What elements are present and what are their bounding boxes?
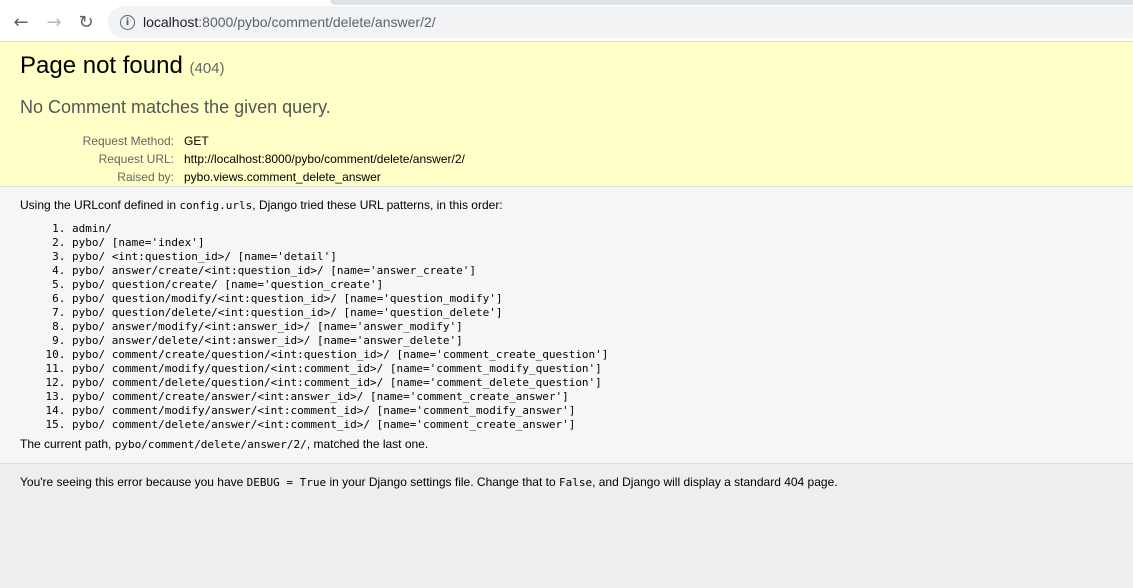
list-item: admin/ [72, 222, 1113, 236]
explanation-prefix: You're seeing this error because you hav… [20, 475, 247, 489]
list-item: pybo/ comment/delete/question/<int:comme… [72, 376, 1113, 390]
address-bar[interactable]: i localhost:8000/pybo/comment/delete/ans… [108, 6, 1133, 38]
list-item: pybo/ comment/modify/answer/<int:comment… [72, 404, 1113, 418]
meta-label: Request URL: [98, 152, 174, 166]
url-text[interactable]: localhost:8000/pybo/comment/delete/answe… [143, 14, 436, 30]
current-suffix: , matched the last one. [306, 437, 429, 451]
list-item: pybo/ comment/delete/answer/<int:comment… [72, 418, 1113, 432]
browser-toolbar: ← → ↻ i localhost:8000/pybo/comment/dele… [0, 0, 1133, 42]
debug-setting: DEBUG = True [246, 476, 327, 489]
meta-row-url: Request URL: http://localhost:8000/pybo/… [20, 150, 465, 168]
status-code: (404) [189, 60, 225, 77]
url-patterns-info: Using the URLconf defined in config.urls… [0, 187, 1133, 464]
forward-arrow-icon[interactable]: → [43, 11, 65, 33]
list-item: pybo/ answer/delete/<int:answer_id>/ [na… [72, 334, 1113, 348]
explanation-suffix: , and Django will display a standard 404… [592, 475, 838, 489]
list-item: pybo/ answer/create/<int:question_id>/ [… [72, 264, 1113, 278]
meta-label: Raised by: [117, 170, 174, 184]
urlconf-name: config.urls [179, 199, 253, 212]
intro-prefix: Using the URLconf defined in [20, 198, 180, 212]
explanation-text: You're seeing this error because you hav… [20, 474, 1113, 491]
debug-explanation: You're seeing this error because you hav… [0, 464, 1133, 501]
request-meta-table: Request Method: GET Request URL: http://… [20, 132, 465, 186]
url-path: :8000/pybo/comment/delete/answer/2/ [198, 14, 436, 30]
list-item: pybo/ comment/modify/question/<int:comme… [72, 362, 1113, 376]
meta-row-raised-by: Raised by: pybo.views.comment_delete_ans… [20, 168, 465, 186]
site-info-icon[interactable]: i [120, 14, 135, 30]
meta-label: Request Method: [82, 134, 174, 148]
page-title: Page not found (404) [20, 52, 1113, 83]
meta-value: pybo.views.comment_delete_answer [184, 170, 381, 184]
list-item: pybo/ question/create/ [name='question_c… [72, 278, 1113, 292]
false-value: False [558, 476, 593, 489]
list-item: pybo/ <int:question_id>/ [name='detail'] [72, 250, 1113, 264]
intro-suffix: , Django tried these URL patterns, in th… [252, 198, 503, 212]
back-arrow-icon[interactable]: ← [10, 11, 32, 33]
current-path: pybo/comment/delete/answer/2/ [114, 438, 307, 451]
url-host: localhost [143, 14, 199, 30]
list-item: pybo/ comment/create/question/<int:quest… [72, 348, 1113, 362]
url-patterns-list: admin/ pybo/ [name='index'] pybo/ <int:q… [20, 222, 1113, 432]
error-summary: Page not found (404) No Comment matches … [0, 42, 1133, 187]
current-prefix: The current path, [20, 437, 115, 451]
exception-message: No Comment matches the given query. [20, 97, 331, 117]
current-path-note: The current path, pybo/comment/delete/an… [20, 436, 1113, 453]
list-item: pybo/ [name='index'] [72, 236, 1113, 250]
meta-row-method: Request Method: GET [20, 132, 465, 150]
meta-value: GET [184, 134, 209, 148]
tab-strip [330, 0, 1133, 5]
list-item: pybo/ question/modify/<int:question_id>/… [72, 292, 1113, 306]
list-item: pybo/ comment/create/answer/<int:answer_… [72, 390, 1113, 404]
reload-icon[interactable]: ↻ [75, 11, 97, 33]
explanation-middle: in your Django settings file. Change tha… [326, 475, 559, 489]
list-item: pybo/ question/delete/<int:question_id>/… [72, 306, 1113, 320]
list-item: pybo/ answer/modify/<int:answer_id>/ [na… [72, 320, 1113, 334]
meta-value: http://localhost:8000/pybo/comment/delet… [184, 152, 465, 166]
page-title-text: Page not found [20, 52, 183, 79]
urlconf-intro: Using the URLconf defined in config.urls… [20, 197, 1113, 214]
